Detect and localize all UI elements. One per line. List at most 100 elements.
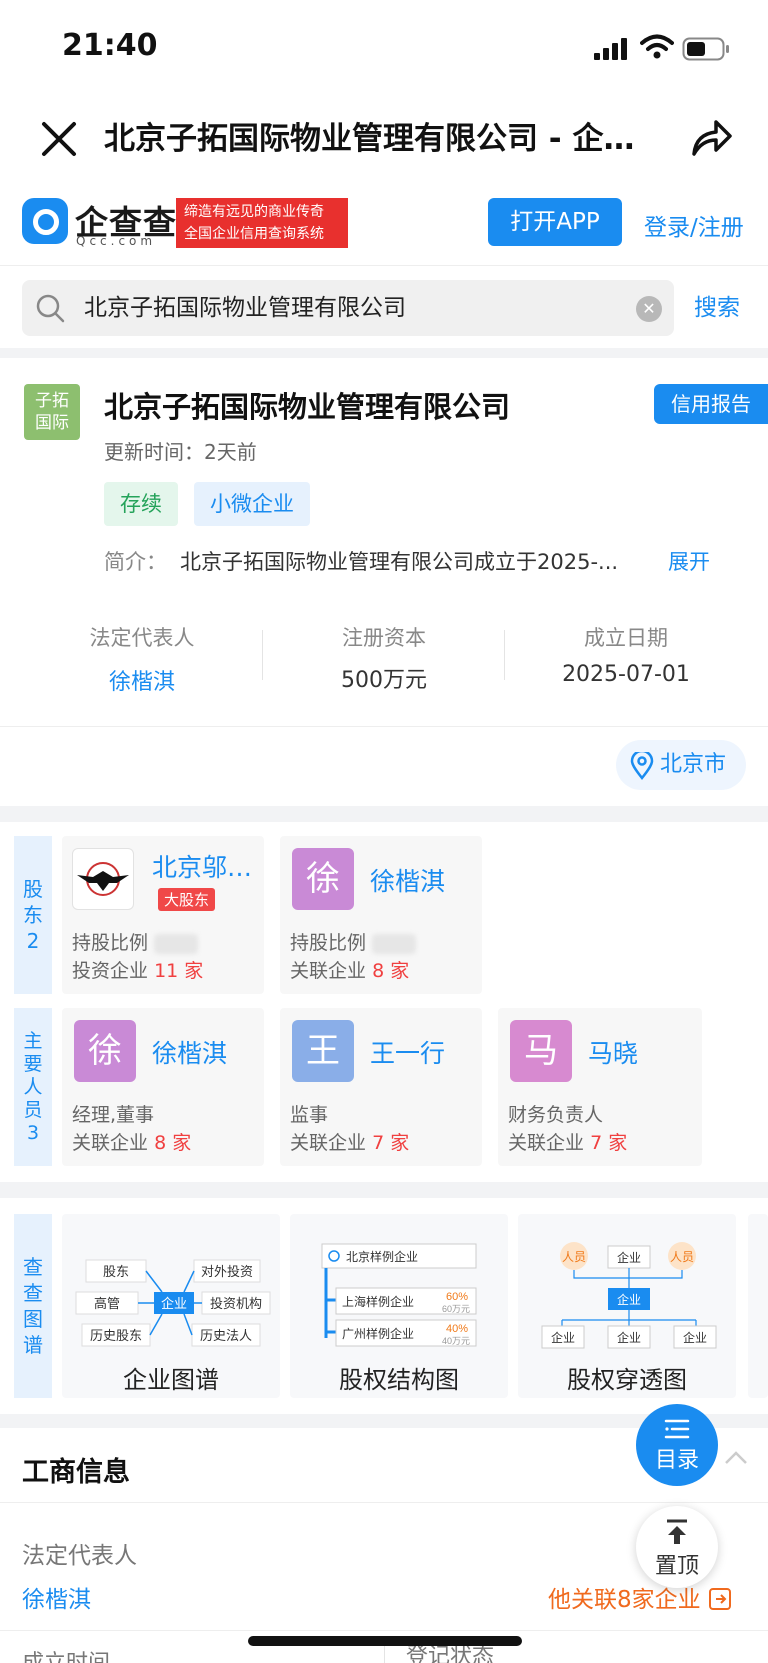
home-indicator[interactable] — [248, 1636, 522, 1646]
staff-role: 财务负责人 — [508, 1104, 604, 1126]
chevron-up-icon[interactable] — [722, 1444, 750, 1472]
legal-rep-link[interactable]: 徐楷淇 — [22, 1580, 91, 1614]
major-shareholder-badge: 大股东 — [158, 888, 216, 911]
graph-node: 股东 — [103, 1264, 129, 1279]
intro-label: 简介： — [104, 550, 167, 574]
eagle-logo-icon — [77, 862, 129, 896]
graph-node: 60% — [446, 1291, 468, 1303]
staff-card[interactable]: 马 马晓 财务负责人 关联企业 7 家 — [498, 1008, 702, 1166]
graph-node: 上海样例企业 — [342, 1294, 414, 1309]
qcc-logo-icon[interactable] — [22, 198, 68, 244]
business-info-title: 工商信息 — [22, 1457, 130, 1488]
catalog-button[interactable]: 目录 — [636, 1404, 718, 1486]
expand-intro-link[interactable]: 展开 — [668, 546, 710, 576]
search-input-value[interactable]: 北京子拓国际物业管理有限公司 — [84, 292, 406, 324]
login-register-link[interactable]: 登录/注册 — [644, 208, 744, 242]
shareholders-side-label[interactable]: 股 东 2 — [14, 836, 52, 994]
slogan-line-2: 全国企业信用查询系统 — [184, 226, 324, 242]
avatar: 王 — [292, 1020, 354, 1082]
avatar: 马 — [510, 1020, 572, 1082]
related-count: 关联企业 8 家 — [72, 1132, 192, 1154]
equity-penetration-label[interactable]: 股权穿透图 — [518, 1360, 736, 1395]
graphs-side-label[interactable]: 查 查 图 谱 — [14, 1214, 52, 1398]
graph-node: 北京样例企业 — [346, 1249, 418, 1264]
founded-value: 2025-07-01 — [562, 662, 690, 687]
staff-name: 马晓 — [588, 1039, 639, 1068]
graph-node: 企业 — [617, 1292, 641, 1307]
section-divider — [0, 1182, 768, 1198]
divider — [262, 630, 263, 680]
related-count: 关联企业 7 家 — [290, 1132, 410, 1154]
founded-time-label: 成立时间 — [22, 1645, 110, 1663]
graph-node: 广州样例企业 — [342, 1326, 414, 1341]
holding-ratio: 持股比例 — [72, 928, 199, 955]
staff-role: 监事 — [290, 1104, 329, 1126]
graph-node: 40% — [446, 1323, 468, 1335]
graph-node: 对外投资 — [201, 1264, 253, 1279]
search-button[interactable]: 搜索 — [694, 292, 740, 324]
graph-node: 40万元 — [442, 1336, 470, 1346]
clear-icon[interactable]: ✕ — [636, 296, 662, 322]
staff-role: 经理,董事 — [72, 1104, 155, 1126]
shareholder-card[interactable]: 徐 徐楷淇 持股比例 关联企业 8 家 — [280, 836, 482, 994]
section-divider — [0, 348, 768, 358]
page-title: 北京子拓国际物业管理有限公司 - 企查查 — [104, 121, 664, 157]
legal-rep-link[interactable]: 徐楷淇 — [42, 664, 242, 696]
avatar: 徐 — [74, 1020, 136, 1082]
shareholder-card[interactable]: 北京邬… 大股东 持股比例 投资企业 11 家 — [62, 836, 264, 994]
shareholder-name: 徐楷淇 — [370, 867, 446, 896]
divider — [0, 1630, 768, 1631]
back-to-top-button[interactable]: 置顶 — [636, 1506, 718, 1588]
blurred-value — [154, 933, 199, 954]
blurred-value — [372, 933, 417, 954]
open-app-button[interactable]: 打开APP — [488, 198, 622, 246]
graph-node: 历史法人 — [200, 1328, 252, 1343]
equity-penetration-thumbnail: 人员 企业 人员 企业 企业 企业 企业 — [541, 1242, 717, 1349]
credit-report-button[interactable]: 信用报告 — [654, 384, 768, 424]
slogan-line-1: 缔造有远见的商业传奇 — [184, 204, 324, 220]
share-icon[interactable] — [686, 114, 734, 162]
staff-side-label[interactable]: 主 要 人 员 3 — [14, 1008, 52, 1166]
external-link-icon — [708, 1588, 731, 1610]
shareholder-name: 北京邬… — [152, 853, 253, 882]
company-size-badge: 小微企业 — [194, 482, 310, 526]
menu-list-icon — [664, 1419, 690, 1439]
status-time: 21:40 — [62, 28, 158, 63]
staff-card[interactable]: 徐 徐楷淇 经理,董事 关联企业 8 家 — [62, 1008, 264, 1166]
holding-ratio: 持股比例 — [290, 928, 417, 955]
invest-count: 投资企业 11 家 — [72, 960, 204, 982]
capital-label: 注册资本 — [342, 626, 426, 650]
staff-name: 王一行 — [370, 1039, 446, 1068]
section-divider — [0, 806, 768, 822]
founded-label: 成立日期 — [584, 626, 668, 650]
slogan-banner: 缔造有远见的商业传奇 全国企业信用查询系统 — [176, 198, 348, 248]
legal-rep-label: 法定代表人 — [22, 1543, 137, 1569]
graph-node: 企业 — [161, 1296, 187, 1311]
battery-icon — [682, 37, 729, 61]
divider — [0, 726, 768, 727]
enterprise-graph-thumbnail: 股东 对外投资 高管 企业 投资机构 历史股东 历史法人 — [75, 1259, 271, 1347]
company-name: 北京子拓国际物业管理有限公司 — [104, 390, 511, 424]
next-graph-card-peek[interactable] — [748, 1214, 768, 1398]
location-button[interactable]: 北京市 — [616, 740, 746, 790]
enterprise-graph-label[interactable]: 企业图谱 — [62, 1360, 280, 1395]
staff-name: 徐楷淇 — [152, 1039, 228, 1068]
divider — [504, 630, 505, 680]
graph-node: 60万元 — [442, 1304, 470, 1314]
graph-node: 企业 — [683, 1330, 707, 1345]
equity-structure-thumbnail: 北京样例企业 上海样例企业 60% 60万元 广州样例企业 40% 40万元 — [321, 1243, 477, 1347]
arrow-up-icon — [667, 1519, 687, 1544]
graph-node: 人员 — [562, 1250, 586, 1264]
divider — [0, 1502, 768, 1503]
status-badge: 存续 — [104, 482, 178, 526]
equity-structure-label[interactable]: 股权结构图 — [290, 1360, 508, 1395]
company-logo: 子拓 国际 — [24, 384, 80, 440]
avatar: 徐 — [292, 848, 354, 910]
related-companies-link[interactable]: 他关联8家企业 — [548, 1580, 732, 1614]
signal-icon — [594, 38, 627, 60]
location-pin-icon — [630, 752, 654, 780]
graph-node: 企业 — [551, 1330, 575, 1345]
close-icon[interactable] — [36, 116, 82, 162]
staff-card[interactable]: 王 王一行 监事 关联企业 7 家 — [280, 1008, 482, 1166]
update-time: 更新时间：2天前 — [104, 440, 257, 464]
